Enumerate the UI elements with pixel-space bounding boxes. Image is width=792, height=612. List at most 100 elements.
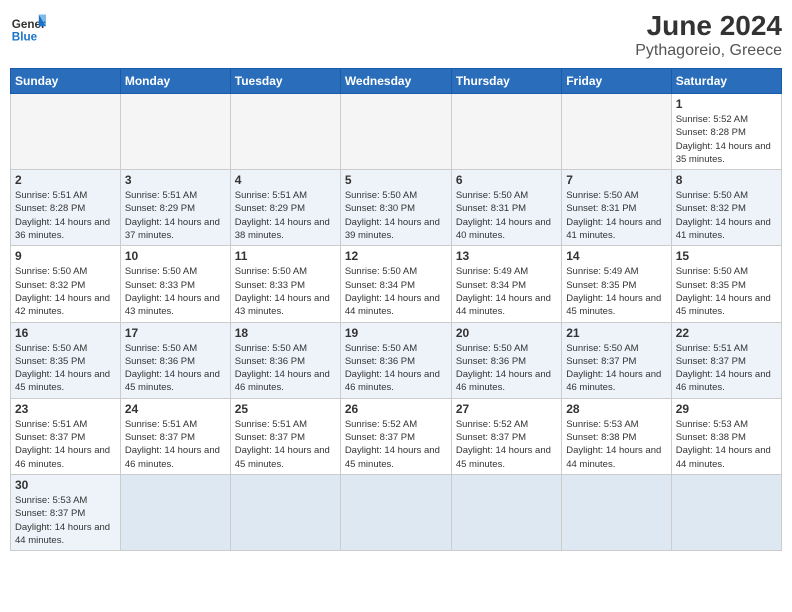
calendar-cell [562,94,671,170]
week-row-3: 9 Sunrise: 5:50 AM Sunset: 8:32 PM Daylig… [11,246,782,322]
day-info: Sunrise: 5:49 AM Sunset: 8:34 PM Dayligh… [456,265,557,318]
week-row-5: 23 Sunrise: 5:51 AM Sunset: 8:37 PM Dayli… [11,398,782,474]
calendar-cell: 22Sunrise: 5:51 AM Sunset: 8:37 PM Dayli… [671,322,781,398]
svg-text:Blue: Blue [12,31,38,44]
calendar-cell: 29 Sunrise: 5:53 AM Sunset: 8:38 PM Dayli… [671,398,781,474]
day-info: Sunrise: 5:51 AM Sunset: 8:37 PM Dayligh… [125,418,226,471]
week-row-1: 1 Sunrise: 5:52 AM Sunset: 8:28 PM Daylig… [11,94,782,170]
calendar-cell: 27 Sunrise: 5:52 AM Sunset: 8:37 PM Dayli… [451,398,561,474]
calendar-cell: 2 Sunrise: 5:51 AM Sunset: 8:28 PM Daylig… [11,170,121,246]
day-number: 19 [345,326,447,340]
calendar-cell: 16 Sunrise: 5:50 AM Sunset: 8:35 PM Dayli… [11,322,121,398]
day-info: Sunrise: 5:50 AM Sunset: 8:32 PM Dayligh… [676,189,777,242]
calendar-cell: 21Sunrise: 5:50 AM Sunset: 8:37 PM Dayli… [562,322,671,398]
day-number: 18 [235,326,336,340]
calendar-cell [230,94,340,170]
day-info: Sunrise: 5:52 AM Sunset: 8:28 PM Dayligh… [676,113,777,166]
calendar-cell [451,94,561,170]
calendar-cell: 8 Sunrise: 5:50 AM Sunset: 8:32 PM Daylig… [671,170,781,246]
day-number: 28 [566,402,666,416]
calendar-cell [120,94,230,170]
day-info: Sunrise: 5:50 AM Sunset: 8:34 PM Dayligh… [345,265,447,318]
day-info: Sunrise: 5:50 AM Sunset: 8:32 PM Dayligh… [15,265,116,318]
day-info: Sunrise: 5:50 AM Sunset: 8:36 PM Dayligh… [456,342,557,395]
calendar-cell: 5 Sunrise: 5:50 AM Sunset: 8:30 PM Daylig… [340,170,451,246]
day-number: 5 [345,173,447,187]
month-year-title: June 2024 [635,10,782,42]
calendar-cell: 10Sunrise: 5:50 AM Sunset: 8:33 PM Dayli… [120,246,230,322]
location-title: Pythagoreio, Greece [635,42,782,60]
day-info: Sunrise: 5:51 AM Sunset: 8:29 PM Dayligh… [235,189,336,242]
day-number: 14 [566,249,666,263]
day-info: Sunrise: 5:51 AM Sunset: 8:29 PM Dayligh… [125,189,226,242]
calendar-cell: 19Sunrise: 5:50 AM Sunset: 8:36 PM Dayli… [340,322,451,398]
day-info: Sunrise: 5:50 AM Sunset: 8:31 PM Dayligh… [456,189,557,242]
calendar-cell [340,94,451,170]
day-number: 1 [676,97,777,111]
day-info: Sunrise: 5:51 AM Sunset: 8:28 PM Dayligh… [15,189,116,242]
calendar-cell: 1 Sunrise: 5:52 AM Sunset: 8:28 PM Daylig… [671,94,781,170]
calendar-cell: 7Sunrise: 5:50 AM Sunset: 8:31 PM Daylig… [562,170,671,246]
header-tuesday: Tuesday [230,69,340,94]
day-number: 30 [15,478,116,492]
day-number: 17 [125,326,226,340]
day-number: 26 [345,402,447,416]
calendar-table: SundayMondayTuesdayWednesdayThursdayFrid… [10,68,782,551]
day-number: 16 [15,326,116,340]
calendar-cell: 26Sunrise: 5:52 AM Sunset: 8:37 PM Dayli… [340,398,451,474]
day-info: Sunrise: 5:53 AM Sunset: 8:38 PM Dayligh… [566,418,666,471]
day-number: 15 [676,249,777,263]
logo: General Blue [10,10,46,46]
day-number: 24 [125,402,226,416]
calendar-cell: 6Sunrise: 5:50 AM Sunset: 8:31 PM Daylig… [451,170,561,246]
day-info: Sunrise: 5:50 AM Sunset: 8:30 PM Dayligh… [345,189,447,242]
calendar-cell: 13Sunrise: 5:49 AM Sunset: 8:34 PM Dayli… [451,246,561,322]
day-info: Sunrise: 5:53 AM Sunset: 8:38 PM Dayligh… [676,418,777,471]
day-info: Sunrise: 5:50 AM Sunset: 8:36 PM Dayligh… [125,342,226,395]
day-number: 20 [456,326,557,340]
day-number: 4 [235,173,336,187]
calendar-cell [11,94,121,170]
day-info: Sunrise: 5:53 AM Sunset: 8:37 PM Dayligh… [15,494,116,547]
calendar-cell: 12 Sunrise: 5:50 AM Sunset: 8:34 PM Dayli… [340,246,451,322]
logo-icon: General Blue [10,10,46,46]
calendar-cell: 4 Sunrise: 5:51 AM Sunset: 8:29 PM Daylig… [230,170,340,246]
day-number: 12 [345,249,447,263]
day-number: 23 [15,402,116,416]
page-header: General Blue June 2024 Pythagoreio, Gree… [10,10,782,60]
day-info: Sunrise: 5:50 AM Sunset: 8:36 PM Dayligh… [235,342,336,395]
title-block: June 2024 Pythagoreio, Greece [635,10,782,60]
day-number: 9 [15,249,116,263]
day-info: Sunrise: 5:50 AM Sunset: 8:35 PM Dayligh… [15,342,116,395]
week-row-6: 30 Sunrise: 5:53 AM Sunset: 8:37 PM Dayli… [11,474,782,550]
calendar-cell [451,474,561,550]
day-info: Sunrise: 5:50 AM Sunset: 8:31 PM Dayligh… [566,189,666,242]
calendar-cell: 11Sunrise: 5:50 AM Sunset: 8:33 PM Dayli… [230,246,340,322]
day-number: 8 [676,173,777,187]
header-saturday: Saturday [671,69,781,94]
calendar-cell: 3 Sunrise: 5:51 AM Sunset: 8:29 PM Daylig… [120,170,230,246]
day-number: 29 [676,402,777,416]
calendar-cell: 28 Sunrise: 5:53 AM Sunset: 8:38 PM Dayli… [562,398,671,474]
day-number: 2 [15,173,116,187]
header-wednesday: Wednesday [340,69,451,94]
calendar-cell [230,474,340,550]
day-number: 11 [235,249,336,263]
calendar-cell [671,474,781,550]
week-row-2: 2 Sunrise: 5:51 AM Sunset: 8:28 PM Daylig… [11,170,782,246]
day-number: 27 [456,402,557,416]
header-sunday: Sunday [11,69,121,94]
calendar-header-row: SundayMondayTuesdayWednesdayThursdayFrid… [11,69,782,94]
calendar-cell: 9 Sunrise: 5:50 AM Sunset: 8:32 PM Daylig… [11,246,121,322]
calendar-cell: 15Sunrise: 5:50 AM Sunset: 8:35 PM Dayli… [671,246,781,322]
calendar-cell: 30 Sunrise: 5:53 AM Sunset: 8:37 PM Dayli… [11,474,121,550]
calendar-cell: 20 Sunrise: 5:50 AM Sunset: 8:36 PM Dayli… [451,322,561,398]
day-info: Sunrise: 5:52 AM Sunset: 8:37 PM Dayligh… [456,418,557,471]
calendar-cell: 23Sunrise: 5:51 AM Sunset: 8:37 PM Dayli… [11,398,121,474]
day-number: 3 [125,173,226,187]
calendar-cell [340,474,451,550]
header-friday: Friday [562,69,671,94]
day-info: Sunrise: 5:51 AM Sunset: 8:37 PM Dayligh… [235,418,336,471]
calendar-cell: 25Sunrise: 5:51 AM Sunset: 8:37 PM Dayli… [230,398,340,474]
week-row-4: 16 Sunrise: 5:50 AM Sunset: 8:35 PM Dayli… [11,322,782,398]
